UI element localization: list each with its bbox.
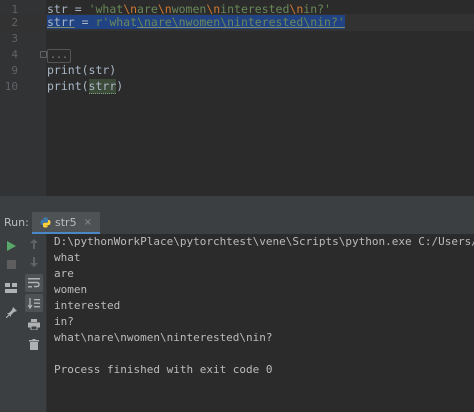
run-icon[interactable] bbox=[3, 238, 19, 254]
console-toolbar bbox=[22, 234, 47, 412]
line-number: 2 bbox=[11, 16, 18, 29]
code-text[interactable]: strr = r'what\nare\nwomen\ninterested\ni… bbox=[47, 14, 345, 31]
line-number: 10 bbox=[4, 80, 18, 93]
pin-icon[interactable] bbox=[3, 304, 19, 320]
scroll-to-end-icon[interactable] bbox=[25, 294, 43, 312]
code-text[interactable]: print(str) bbox=[47, 62, 116, 79]
line-number: 9 bbox=[11, 64, 18, 77]
soft-wrap-icon[interactable] bbox=[25, 274, 43, 292]
stop-icon[interactable] bbox=[3, 256, 19, 272]
line-number: 3 bbox=[11, 32, 18, 45]
console-line: Process finished with exit code 0 bbox=[54, 363, 273, 376]
folded-region[interactable]: ... bbox=[47, 49, 72, 63]
arrow-up-icon[interactable] bbox=[26, 236, 42, 252]
console-output[interactable]: D:\pythonWorkPlace\pytorchtest\vene\Scri… bbox=[47, 234, 474, 412]
console-line: are bbox=[54, 267, 74, 280]
run-panel-header: Run: str5 × bbox=[0, 212, 474, 235]
line-number: 4 bbox=[11, 48, 18, 61]
python-icon bbox=[40, 216, 51, 228]
trash-icon[interactable] bbox=[26, 336, 42, 352]
console-line: interested bbox=[54, 299, 121, 312]
fold-expand-icon[interactable] bbox=[40, 51, 47, 58]
console-line: D:\pythonWorkPlace\pytorchtest\vene\Scri… bbox=[54, 235, 474, 248]
console-line: what\nare\nwomen\ninterested\nin? bbox=[54, 331, 273, 344]
code-line[interactable]: 4 ... bbox=[0, 46, 474, 63]
code-line-selected[interactable]: 2 strr = r'what\nare\nwomen\ninterested\… bbox=[0, 14, 474, 31]
code-line[interactable]: 10 print(strr) bbox=[0, 78, 474, 95]
code-line[interactable]: 9 print(str) bbox=[0, 62, 474, 79]
console-line: in? bbox=[54, 315, 74, 328]
arrow-down-icon[interactable] bbox=[26, 254, 42, 270]
run-label: Run: bbox=[4, 216, 29, 229]
code-text[interactable]: print(strr) bbox=[47, 78, 123, 95]
run-toolbar bbox=[0, 234, 23, 412]
print-icon[interactable] bbox=[26, 316, 42, 332]
close-icon[interactable]: × bbox=[84, 217, 92, 228]
tab-str5[interactable]: str5 × bbox=[32, 212, 100, 234]
panel-divider[interactable] bbox=[0, 196, 474, 212]
code-line[interactable]: 3 bbox=[0, 30, 474, 47]
tab-label: str5 bbox=[55, 215, 77, 229]
console-line: women bbox=[54, 283, 88, 296]
console-line: what bbox=[54, 251, 81, 264]
code-editor[interactable]: 1 str = 'what\nare\nwomen\ninterested\ni… bbox=[0, 0, 474, 196]
layout-icon[interactable] bbox=[3, 280, 19, 296]
code-text[interactable]: ... bbox=[47, 46, 72, 63]
